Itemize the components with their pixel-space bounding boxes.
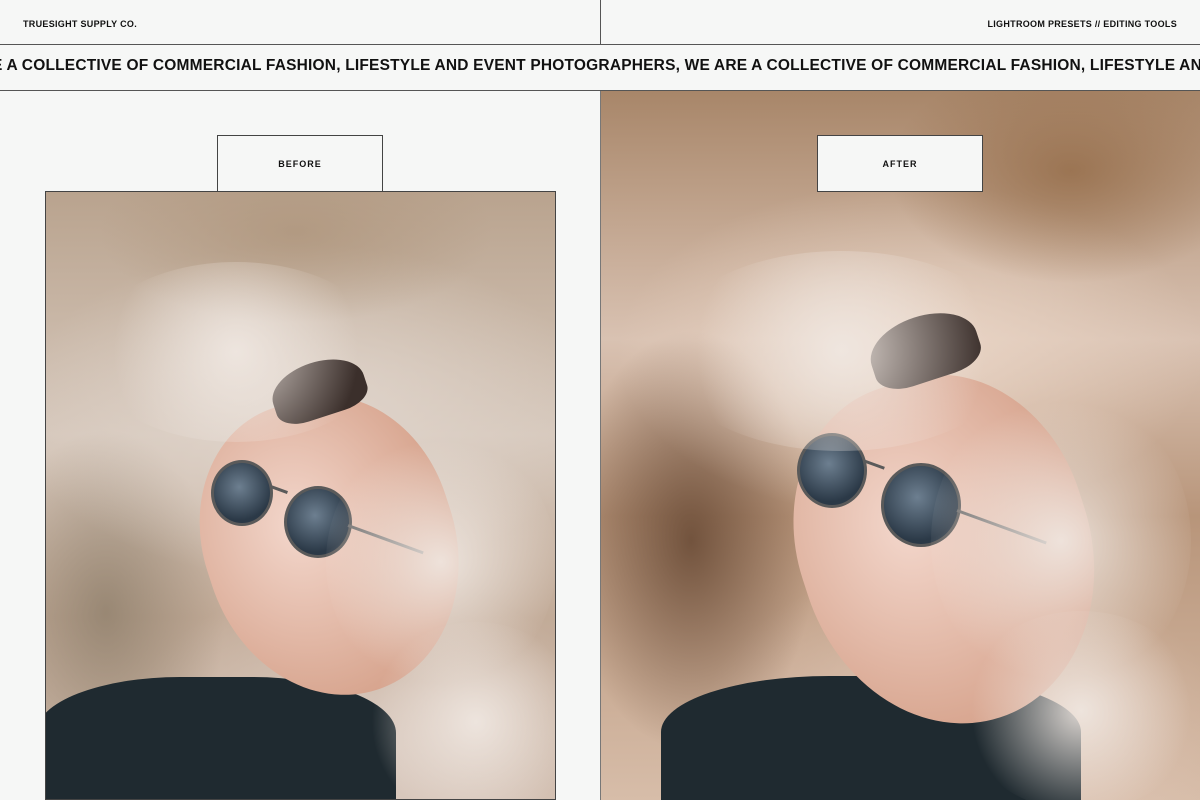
before-photo	[45, 191, 556, 800]
marquee-ticker: E A COLLECTIVE OF COMMERCIAL FASHION, LI…	[0, 45, 1200, 91]
tagline: LIGHTROOM PRESETS // EDITING TOOLS	[987, 19, 1177, 29]
before-photo-foreground-blur	[86, 262, 386, 442]
after-label: AFTER	[817, 135, 983, 192]
after-photo-foreground-blur	[661, 251, 1021, 451]
after-photo-foreground-blur	[961, 611, 1200, 800]
header-divider	[600, 0, 601, 45]
marquee-text: E A COLLECTIVE OF COMMERCIAL FASHION, LI…	[0, 57, 1200, 74]
brand-name[interactable]: TRUESIGHT SUPPLY CO.	[23, 19, 137, 29]
before-label: BEFORE	[217, 135, 383, 192]
after-photo	[600, 91, 1200, 800]
before-photo-left-lens	[211, 460, 273, 526]
before-photo-shirt	[46, 677, 396, 799]
top-bar: TRUESIGHT SUPPLY CO. LIGHTROOM PRESETS /…	[0, 0, 1200, 45]
